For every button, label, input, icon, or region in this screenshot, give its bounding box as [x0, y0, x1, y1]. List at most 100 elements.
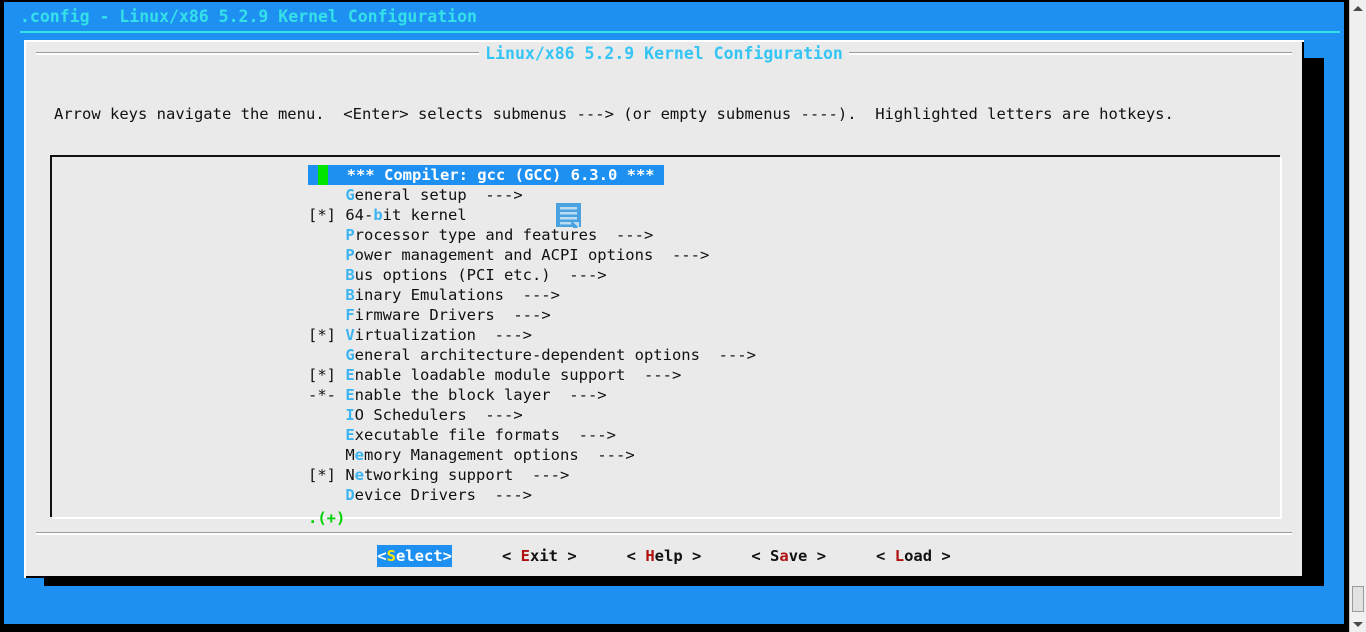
- document-icon: [556, 203, 581, 231]
- load-button[interactable]: < Load >: [876, 545, 951, 567]
- menu-item-label-pre: 64-: [345, 206, 374, 224]
- menu-item[interactable]: Power management and ACPI options --->: [308, 245, 1088, 265]
- menu-item[interactable]: Binary Emulations --->: [308, 285, 1088, 305]
- submenu-arrow: --->: [466, 406, 523, 424]
- menu-item-marker: [*]: [308, 326, 346, 344]
- dialog-title: Linux/x86 5.2.9 Kernel Configuration: [36, 44, 1292, 64]
- menu-item[interactable]: General architecture-dependent options -…: [308, 345, 1088, 365]
- menu-item-label: eneral setup: [354, 186, 467, 204]
- menu-item-marker: [308, 266, 345, 284]
- select-button[interactable]: <Select>: [377, 545, 452, 567]
- submenu-arrow: --->: [513, 466, 570, 484]
- menu-item[interactable]: Device Drivers --->: [308, 485, 1088, 505]
- menu-item[interactable]: *** Compiler: gcc (GCC) 6.3.0 ***: [308, 165, 1088, 185]
- menu-item-marker: [*]: [308, 366, 346, 384]
- menu-item-marker: [308, 346, 345, 364]
- scroll-up-arrow[interactable]: [1350, 0, 1366, 16]
- dialog-title-text: Linux/x86 5.2.9 Kernel Configuration: [479, 44, 849, 63]
- menu-item[interactable]: [*] 64-bit kernel: [308, 205, 1088, 225]
- help-line-1: Arrow keys navigate the menu. <Enter> se…: [54, 105, 1174, 123]
- submenu-arrow: --->: [699, 346, 756, 364]
- terminal-title-bar: .config - Linux/x86 5.2.9 Kernel Configu…: [4, 2, 1344, 33]
- menu-item[interactable]: Memory Management options --->: [308, 445, 1088, 465]
- menu-item-hotkey: E: [345, 426, 355, 444]
- menu-item-label: irmware Drivers: [354, 306, 495, 324]
- menu-item-hotkey: e: [354, 466, 365, 484]
- menu-item[interactable]: Bus options (PCI etc.) --->: [308, 265, 1088, 285]
- menu-item-hotkey: D: [345, 486, 355, 504]
- menu-item[interactable]: -*- Enable the block layer --->: [308, 385, 1088, 405]
- menu-item-marker: [308, 226, 345, 244]
- menu-cursor-block: [318, 165, 328, 185]
- button-hotkey: E: [520, 547, 530, 565]
- menu-item-label: evice Drivers: [354, 486, 476, 504]
- menu-item-hotkey: G: [345, 346, 355, 364]
- button-label: elect: [395, 547, 443, 565]
- menu-item-label: mory Management options: [364, 446, 579, 464]
- button-bracket-left: <: [501, 547, 521, 565]
- menu-item[interactable]: [*] Networking support --->: [308, 465, 1088, 485]
- submenu-arrow: --->: [503, 286, 560, 304]
- menu-item-marker: [*]: [308, 466, 346, 484]
- button-label: oad: [904, 547, 933, 565]
- menu-item-hotkey: P: [345, 226, 355, 244]
- button-label: elp: [654, 547, 683, 565]
- menu-item[interactable]: General setup --->: [308, 185, 1088, 205]
- menu-item-hotkey: E: [345, 386, 355, 404]
- help-button[interactable]: < Help >: [627, 545, 702, 567]
- menu-item-label: tworking support: [364, 466, 514, 484]
- button-hotkey: a: [779, 547, 789, 565]
- menu-item-label: nable the block layer: [354, 386, 551, 404]
- button-hotkey: H: [645, 547, 655, 565]
- submenu-arrow: --->: [653, 246, 710, 264]
- menu-item[interactable]: [*] Enable loadable module support --->: [308, 365, 1088, 385]
- menu-item-hotkey: F: [345, 306, 355, 324]
- menu-item-hotkey: V: [345, 326, 355, 344]
- button-bracket-right: >: [682, 547, 702, 565]
- menu-item-label-pre: N: [345, 466, 355, 484]
- button-bracket-right: >: [442, 547, 452, 565]
- button-bar-divider: [36, 533, 1292, 535]
- button-bracket-left: <: [377, 547, 387, 565]
- submenu-arrow: --->: [476, 326, 532, 344]
- menu-item[interactable]: Executable file formats --->: [308, 425, 1088, 445]
- menu-item-label: O Schedulers: [354, 406, 467, 424]
- viewer-scrollbar[interactable]: [1349, 0, 1366, 632]
- submenu-arrow: --->: [559, 426, 616, 444]
- menu-item-label: *** Compiler: gcc (GCC) 6.3.0 ***: [328, 166, 664, 184]
- menu-item-label: it kernel: [382, 206, 467, 224]
- menu-item-hotkey: b: [373, 206, 383, 224]
- button-hotkey: L: [894, 547, 905, 565]
- screen: .config - Linux/x86 5.2.9 Kernel Configu…: [0, 0, 1366, 632]
- menu-item-marker: [308, 186, 345, 204]
- scrollbar-thumb[interactable]: [1352, 586, 1364, 612]
- save-button[interactable]: < Save >: [751, 545, 826, 567]
- menu-item-hotkey: G: [345, 186, 355, 204]
- submenu-arrow: --->: [550, 266, 607, 284]
- button-bracket-left: <: [876, 547, 895, 565]
- scroll-down-arrow[interactable]: [1350, 616, 1366, 632]
- menu-items[interactable]: *** Compiler: gcc (GCC) 6.3.0 *** Genera…: [308, 165, 1088, 505]
- menu-item-hotkey: e: [354, 446, 365, 464]
- submenu-arrow: --->: [597, 226, 654, 244]
- menu-item[interactable]: Firmware Drivers --->: [308, 305, 1088, 325]
- scroll-more-indicator: .(+): [308, 509, 346, 527]
- button-bracket-left: <: [751, 547, 771, 565]
- menu-item[interactable]: [*] Virtualization --->: [308, 325, 1088, 345]
- menu-item-marker: [308, 246, 345, 264]
- button-label-pre: S: [770, 547, 780, 565]
- menu-item-label: irtualization: [354, 326, 476, 344]
- button-bracket-right: >: [557, 547, 577, 565]
- menu-item[interactable]: IO Schedulers --->: [308, 405, 1088, 425]
- title-divider: [20, 31, 1340, 33]
- menu-item-label: eneral architecture-dependent options: [354, 346, 700, 364]
- menu-item-label: xecutable file formats: [354, 426, 560, 444]
- menu-item-marker: [308, 406, 345, 424]
- menu-item-label: us options (PCI etc.): [354, 266, 551, 284]
- menu-item-marker: [*]: [308, 206, 346, 224]
- menu-item-marker: [308, 486, 345, 504]
- menu-item-label: ower management and ACPI options: [354, 246, 654, 264]
- menu-item[interactable]: Processor type and features --->: [308, 225, 1088, 245]
- exit-button[interactable]: < Exit >: [502, 545, 577, 567]
- terminal-window-title: .config - Linux/x86 5.2.9 Kernel Configu…: [20, 7, 477, 26]
